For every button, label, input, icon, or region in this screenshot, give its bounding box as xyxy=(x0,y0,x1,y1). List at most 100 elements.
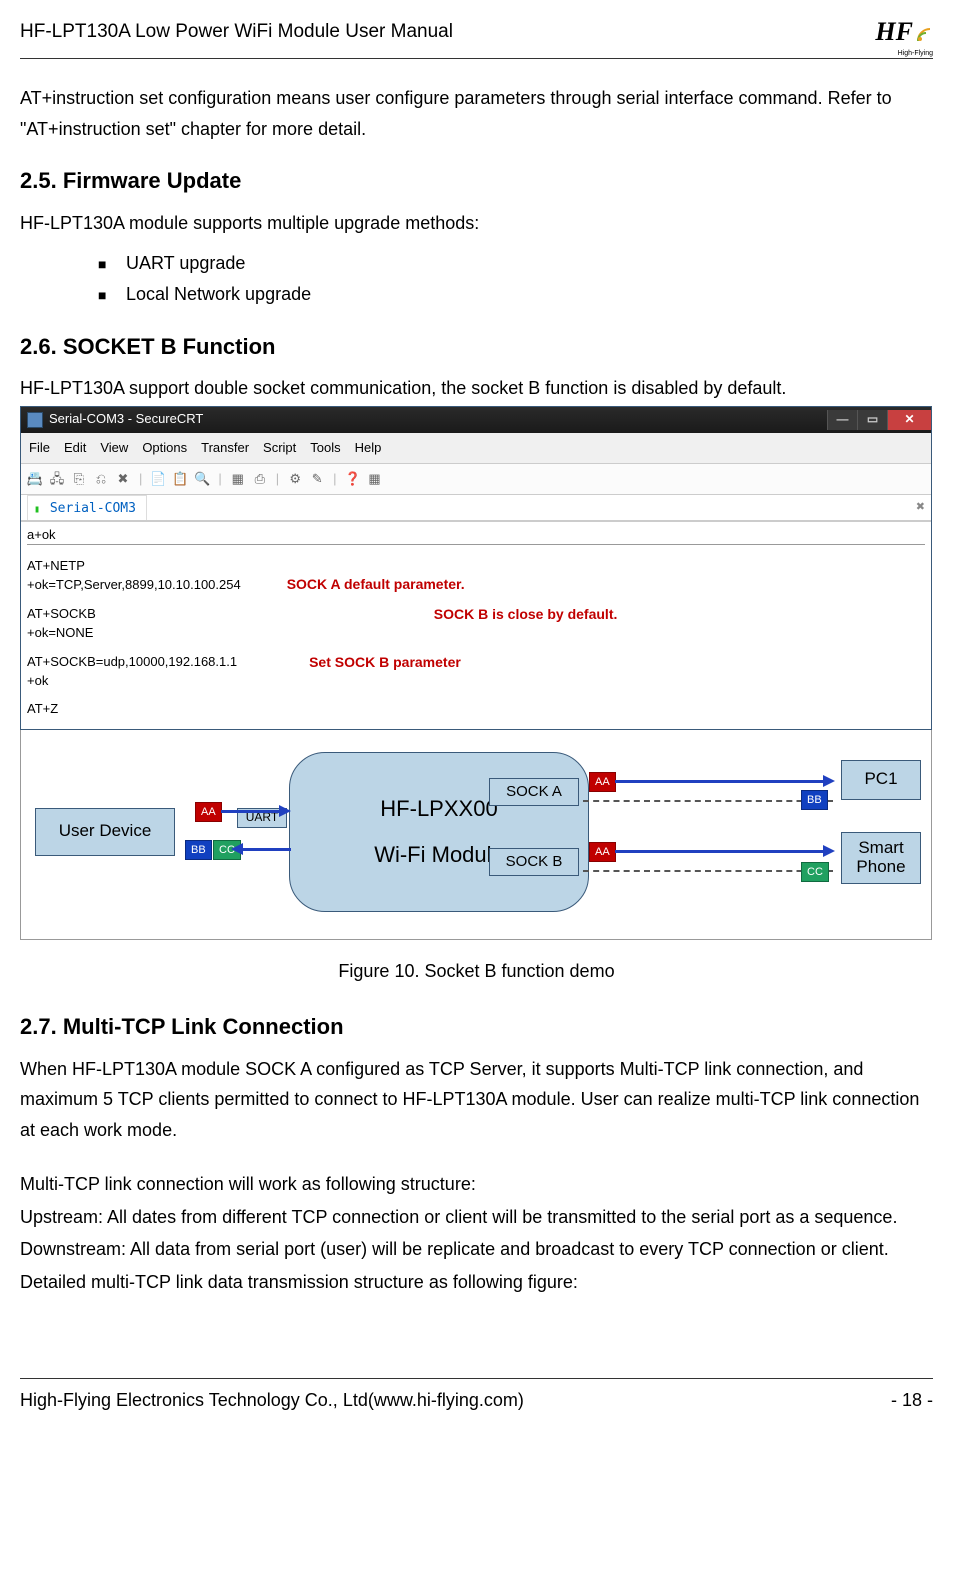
wifi-icon xyxy=(915,23,933,41)
window-controls: — ▭ ✕ xyxy=(827,410,931,430)
annotation-sock-a: SOCK A default parameter. xyxy=(287,575,465,595)
crt-terminal: a+ok AT+NETP +ok=TCP,Server,8899,10.10.1… xyxy=(21,521,931,729)
menu-help[interactable]: Help xyxy=(355,437,382,459)
phone-l1: Smart xyxy=(858,839,903,858)
toolbar-icon[interactable]: ✖ xyxy=(115,471,131,487)
heading-text: Multi-TCP Link Connection xyxy=(63,1014,344,1039)
arrow-head-icon xyxy=(823,845,835,857)
upgrade-list: UART upgrade Local Network upgrade xyxy=(20,248,933,309)
menu-options[interactable]: Options xyxy=(142,437,187,459)
logo-company: High-Flying xyxy=(898,48,933,60)
toolbar-icon[interactable]: ⎙ xyxy=(252,471,268,487)
toolbar-icon[interactable]: ▦ xyxy=(230,471,246,487)
block-smart-phone: Smart Phone xyxy=(841,832,921,884)
arrow-head-icon xyxy=(231,843,243,855)
minimize-button[interactable]: — xyxy=(827,410,857,430)
menu-transfer[interactable]: Transfer xyxy=(201,437,249,459)
crt-window: Serial-COM3 - SecureCRT — ▭ ✕ File Edit … xyxy=(20,406,932,730)
annotation-set-sock-b: Set SOCK B parameter xyxy=(309,653,461,673)
badge-bb: BB xyxy=(801,790,828,811)
sec27-p1: When HF-LPT130A module SOCK A configured… xyxy=(20,1054,933,1146)
crt-window-title: Serial-COM3 - SecureCRT xyxy=(49,408,203,430)
dash-line xyxy=(583,870,833,872)
badge-aa: AA xyxy=(589,842,616,863)
term-line: +ok=NONE xyxy=(27,624,93,642)
block-module: HF-LPXX00 Wi-Fi Module xyxy=(289,752,589,912)
arrow-line xyxy=(615,850,825,853)
intro-paragraph: AT+instruction set configuration means u… xyxy=(20,83,933,144)
term-line: +ok xyxy=(27,672,48,690)
arrow-head-icon xyxy=(823,775,835,787)
toolbar-icon[interactable]: 📄 xyxy=(150,471,166,487)
menu-file[interactable]: File xyxy=(29,437,50,459)
heading-num: 2.5. xyxy=(20,168,57,193)
maximize-button[interactable]: ▭ xyxy=(857,410,887,430)
toolbar-icon[interactable]: ⎘ xyxy=(71,471,87,487)
toolbar-icon[interactable]: 📋 xyxy=(172,471,188,487)
socket-b-diagram: User Device UART HF-LPXX00 Wi-Fi Module … xyxy=(20,730,932,940)
toolbar-icon[interactable]: 🔍 xyxy=(194,471,210,487)
phone-l2: Phone xyxy=(856,858,905,877)
heading-num: 2.7. xyxy=(20,1014,57,1039)
block-pc1: PC1 xyxy=(841,760,921,800)
crt-toolbar: 📇 🖧 ⎘ ⎌ ✖ | 📄 📋 🔍 | ▦ ⎙ | ⚙ ✎ | ❓ ▦ xyxy=(21,464,931,495)
heading-text: Firmware Update xyxy=(63,168,242,193)
menu-view[interactable]: View xyxy=(100,437,128,459)
toolbar-icon[interactable]: 📇 xyxy=(27,471,43,487)
page-number: - 18 - xyxy=(891,1385,933,1416)
crt-titlebar: Serial-COM3 - SecureCRT — ▭ ✕ xyxy=(21,407,931,433)
menu-tools[interactable]: Tools xyxy=(310,437,340,459)
tab-close-icon[interactable]: ✖ xyxy=(916,498,925,517)
badge-aa: AA xyxy=(589,772,616,793)
doc-title: HF-LPT130A Low Power WiFi Module User Ma… xyxy=(20,16,453,48)
securecrt-screenshot: Serial-COM3 - SecureCRT — ▭ ✕ File Edit … xyxy=(20,406,933,940)
arrow-line xyxy=(241,848,291,851)
menu-edit[interactable]: Edit xyxy=(64,437,86,459)
sec27-p4: Downstream: All data from serial port (u… xyxy=(20,1234,933,1265)
block-sock-a: SOCK A xyxy=(489,778,579,806)
badge-bb: BB xyxy=(185,840,212,861)
toolbar-icon[interactable]: 🖧 xyxy=(49,471,65,487)
heading-2-6: 2.6. SOCKET B Function xyxy=(20,328,933,365)
toolbar-icon[interactable]: ❓ xyxy=(345,471,361,487)
term-line: AT+SOCKB=udp,10000,192.168.1.1 xyxy=(27,653,237,671)
term-line: a+ok xyxy=(27,526,56,544)
toolbar-icon[interactable]: ✎ xyxy=(309,471,325,487)
toolbar-icon[interactable]: ▦ xyxy=(367,471,383,487)
arrow-line xyxy=(221,810,281,813)
figure-caption: Figure 10. Socket B function demo xyxy=(20,956,933,987)
heading-num: 2.6. xyxy=(20,334,57,359)
term-line: AT+SOCKB xyxy=(27,605,96,623)
crt-tab[interactable]: Serial-COM3 xyxy=(27,495,147,520)
crt-tab-label: Serial-COM3 xyxy=(50,501,136,516)
term-line: +ok=TCP,Server,8899,10.10.100.254 xyxy=(27,576,241,594)
crt-tabstrip: Serial-COM3 ✖ xyxy=(21,495,931,521)
arrow-head-icon xyxy=(279,805,291,817)
heading-2-7: 2.7. Multi-TCP Link Connection xyxy=(20,1008,933,1045)
menu-script[interactable]: Script xyxy=(263,437,296,459)
heading-text: SOCKET B Function xyxy=(63,334,276,359)
page-header: HF-LPT130A Low Power WiFi Module User Ma… xyxy=(20,10,933,59)
module-sub: Wi-Fi Module xyxy=(374,836,504,873)
term-line: AT+NETP xyxy=(27,557,85,575)
toolbar-icon[interactable]: ⚙ xyxy=(287,471,303,487)
sec27-p2: Multi-TCP link connection will work as f… xyxy=(20,1169,933,1200)
logo: HF High-Flying xyxy=(875,10,933,54)
toolbar-icon[interactable]: ⎌ xyxy=(93,471,109,487)
block-sock-b: SOCK B xyxy=(489,848,579,876)
module-name: HF-LPXX00 xyxy=(380,790,497,827)
list-item: UART upgrade xyxy=(20,248,933,279)
app-icon xyxy=(27,412,43,428)
badge-cc: CC xyxy=(801,862,829,883)
badge-aa: AA xyxy=(195,802,222,823)
sec26-lead: HF-LPT130A support double socket communi… xyxy=(20,373,933,404)
sec27-p5: Detailed multi-TCP link data transmissio… xyxy=(20,1267,933,1298)
sec25-lead: HF-LPT130A module supports multiple upgr… xyxy=(20,208,933,239)
footer-left: High-Flying Electronics Technology Co., … xyxy=(20,1385,524,1416)
crt-menubar: File Edit View Options Transfer Script T… xyxy=(21,433,931,464)
page-footer: High-Flying Electronics Technology Co., … xyxy=(20,1378,933,1416)
close-button[interactable]: ✕ xyxy=(887,410,931,430)
list-item: Local Network upgrade xyxy=(20,279,933,310)
sec27-p3: Upstream: All dates from different TCP c… xyxy=(20,1202,933,1233)
arrow-line xyxy=(615,780,825,783)
